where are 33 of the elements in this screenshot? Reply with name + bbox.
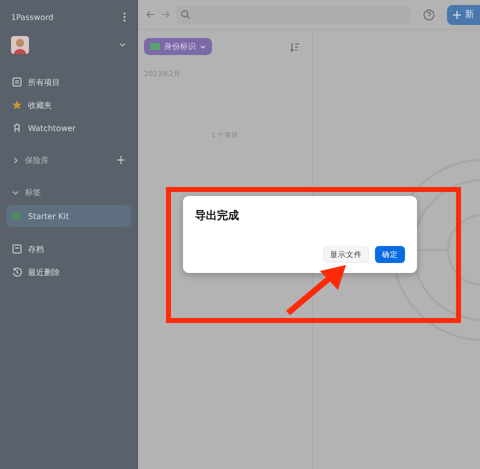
app-name: 1Password [11,12,54,22]
id-card-icon [150,43,160,50]
plus-icon [453,10,461,18]
list-icon [12,77,22,87]
forward-icon[interactable] [161,10,170,19]
section-header[interactable]: 标签 [6,181,131,203]
search-icon [181,10,190,19]
plus-icon[interactable] [117,156,125,164]
history-icon [12,267,22,277]
sidebar-item[interactable]: Watchtower [6,117,131,139]
filter-chip[interactable]: 身份标识 [144,38,212,55]
tag-icon [12,211,22,221]
avatar-icon[interactable] [11,36,29,54]
back-icon[interactable] [146,10,155,19]
help-icon[interactable] [423,8,435,20]
tower-icon [12,123,22,133]
sort-icon[interactable] [290,42,300,52]
star-icon [12,100,22,110]
sidebar-item[interactable]: 收藏夹 [6,94,131,116]
sidebar-item[interactable]: 存档 [6,238,131,260]
chevron-icon[interactable] [12,188,19,196]
chevron-icon[interactable] [119,40,126,48]
new-button[interactable]: 新 [447,4,480,24]
archive-icon [12,244,22,254]
chevron-icon [200,44,206,50]
search-field[interactable] [176,6,411,24]
section-header[interactable]: 保险库 [6,149,131,171]
sidebar-item[interactable]: 最近删除 [6,261,131,283]
sidebar-item[interactable]: 所有项目 [6,71,131,93]
chevron-icon[interactable] [12,156,19,164]
more-icon[interactable] [123,12,126,22]
sidebar-item[interactable]: Starter Kit [6,205,131,227]
dialog-title: 导出完成 [195,208,240,223]
